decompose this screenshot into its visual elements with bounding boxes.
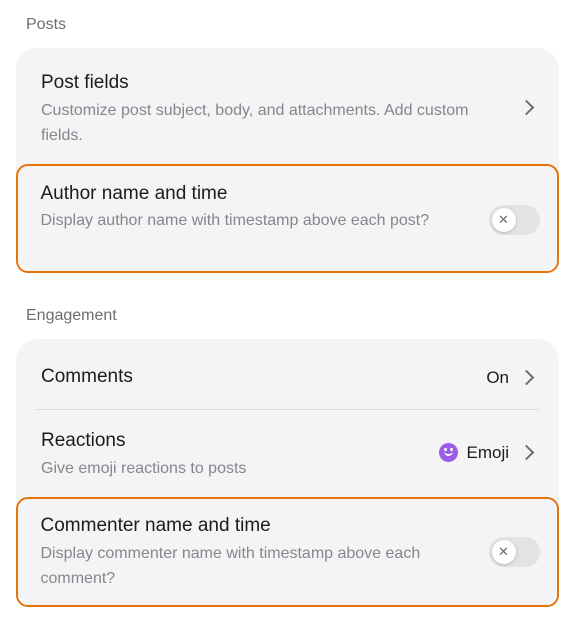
chevron-right-icon — [518, 444, 535, 461]
posts-settings-card: Post fields Customize post subject, body… — [16, 48, 559, 273]
post-fields-title: Post fields — [41, 72, 129, 93]
author-name-time-row: Author name and time Display author name… — [16, 164, 559, 273]
close-icon: ✕ — [498, 211, 509, 227]
author-name-time-title: Author name and time — [40, 183, 228, 204]
reactions-value: Emoji — [466, 443, 509, 462]
smiley-face-icon — [439, 443, 458, 462]
comments-value: On — [486, 368, 509, 387]
section-label-engagement: Engagement — [26, 307, 117, 324]
section-label-posts: Posts — [26, 16, 67, 33]
author-name-time-toggle[interactable]: ✕ — [488, 204, 540, 235]
toggle-knob: ✕ — [491, 207, 516, 232]
reactions-row[interactable]: Reactions Give emoji reactions to posts … — [16, 410, 559, 495]
commenter-name-time-row: Commenter name and time Display commente… — [16, 497, 559, 607]
engagement-settings-card: Comments On Reactions Give emoji reactio… — [16, 339, 559, 607]
commenter-name-time-toggle[interactable]: ✕ — [488, 536, 540, 567]
reactions-description: Give emoji reactions to posts — [41, 460, 247, 477]
post-fields-row[interactable]: Post fields Customize post subject, body… — [16, 48, 559, 160]
toggle-knob: ✕ — [491, 539, 516, 564]
author-name-time-description: Display author name with timestamp above… — [40, 212, 430, 229]
commenter-name-time-title: Commenter name and time — [40, 515, 271, 536]
close-icon: ✕ — [498, 543, 509, 559]
chevron-right-icon — [518, 369, 535, 386]
chevron-right-icon — [518, 99, 535, 116]
commenter-name-time-description: Display commenter name with timestamp ab… — [40, 545, 421, 587]
post-fields-description: Customize post subject, body, and attach… — [41, 102, 469, 144]
comments-row[interactable]: Comments On — [16, 339, 559, 409]
reactions-title: Reactions — [41, 430, 126, 451]
comments-title: Comments — [41, 366, 133, 387]
